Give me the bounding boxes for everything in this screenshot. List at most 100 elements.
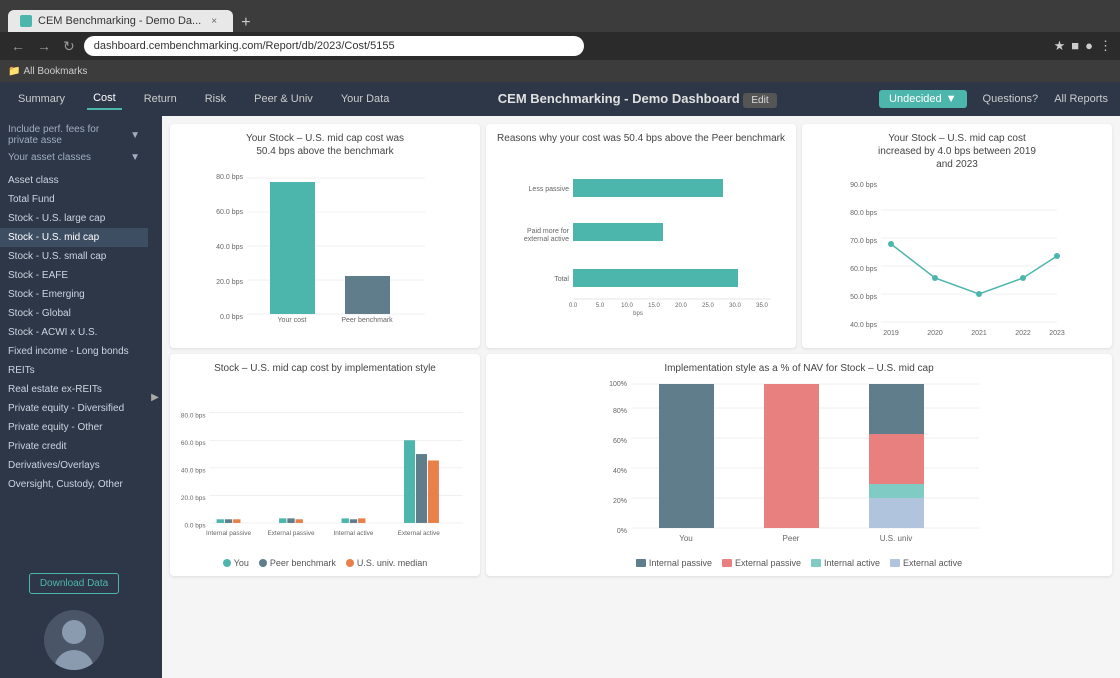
svg-text:2021: 2021 (971, 330, 987, 337)
svg-text:U.S. univ: U.S. univ (880, 534, 912, 543)
svg-text:60.0 bps: 60.0 bps (181, 440, 206, 447)
all-reports-link[interactable]: All Reports (1054, 93, 1108, 105)
profile-icon[interactable]: ● (1085, 38, 1093, 54)
chart3-title: Your Stock – U.S. mid cap costincreased … (810, 132, 1104, 171)
sidebar-item-private-credit[interactable]: Private credit (0, 437, 148, 456)
sidebar-item-us-mid-cap[interactable]: Stock - U.S. mid cap (0, 228, 148, 247)
extensions-icon[interactable]: ■ (1071, 38, 1079, 54)
svg-text:90.0 bps: 90.0 bps (850, 182, 877, 189)
svg-text:Total: Total (554, 276, 569, 283)
sidebar-item-reits[interactable]: REITs (0, 361, 148, 380)
chart5-svg: 0% 20% 40% 60% 80% 100% (494, 381, 1104, 551)
tab-close-button[interactable]: × (207, 14, 221, 28)
nav-summary[interactable]: Summary (12, 89, 71, 109)
svg-text:30.0: 30.0 (729, 303, 741, 309)
nav-your-data[interactable]: Your Data (335, 89, 396, 109)
sidebar-item-us-large-cap[interactable]: Stock - U.S. large cap (0, 209, 148, 228)
sidebar-item-total-fund[interactable]: Total Fund (0, 190, 148, 209)
filter-header[interactable]: Include perf. fees for private asse ▼ (0, 120, 148, 148)
svg-text:60.0 bps: 60.0 bps (216, 209, 243, 216)
chart-cost-by-style: Stock – U.S. mid cap cost by implementat… (170, 354, 480, 576)
svg-text:20.0 bps: 20.0 bps (216, 279, 243, 286)
nav-risk[interactable]: Risk (199, 89, 232, 109)
svg-text:Less passive: Less passive (529, 186, 570, 193)
svg-text:bps: bps (633, 311, 643, 317)
svg-text:20%: 20% (613, 498, 627, 505)
svg-text:40%: 40% (613, 468, 627, 475)
chart4-legend: You Peer benchmark U.S. univ. median (178, 558, 472, 568)
all-bookmarks[interactable]: 📁 All Bookmarks (8, 66, 87, 77)
svg-text:2023: 2023 (1049, 330, 1065, 337)
tab-favicon (20, 15, 32, 27)
sidebar-item-acwi[interactable]: Stock - ACWI x U.S. (0, 323, 148, 342)
sidebar-item-derivatives[interactable]: Derivatives/Overlays (0, 456, 148, 475)
download-data-button[interactable]: Download Data (29, 573, 119, 594)
new-tab-button[interactable]: + (233, 14, 258, 32)
sidebar-collapse-button[interactable]: ▶ (148, 116, 162, 678)
sidebar-item-oversight[interactable]: Oversight, Custody, Other (0, 475, 148, 494)
svg-text:15.0: 15.0 (648, 303, 660, 309)
sidebar-item-pe-diversified[interactable]: Private equity - Diversified (0, 399, 148, 418)
chart5-legend: Internal passive External passive Intern… (494, 558, 1104, 568)
svg-text:external active: external active (524, 236, 569, 243)
svg-text:40.0 bps: 40.0 bps (216, 244, 243, 251)
svg-text:40.0 bps: 40.0 bps (850, 322, 877, 329)
sidebar-item-pe-other[interactable]: Private equity - Other (0, 418, 148, 437)
sidebar-item-asset-class[interactable]: Asset class (0, 171, 148, 190)
sidebar-item-real-estate[interactable]: Real estate ex-REITs (0, 380, 148, 399)
filter-dropdown-icon: ▼ (130, 130, 140, 141)
chart4-title: Stock – U.S. mid cap cost by implementat… (178, 362, 472, 375)
svg-text:80%: 80% (613, 408, 627, 415)
sidebar-item-eafe[interactable]: Stock - EAFE (0, 266, 148, 285)
svg-text:Internal active: Internal active (333, 530, 373, 537)
bookmark-star-icon[interactable]: ★ (1054, 38, 1066, 54)
chart1-svg: 0.0 bps 20.0 bps 40.0 bps 60.0 bps 80.0 … (178, 164, 472, 324)
sidebar-item-emerging[interactable]: Stock - Emerging (0, 285, 148, 304)
tab-label: CEM Benchmarking - Demo Da... (38, 15, 201, 27)
nav-cost[interactable]: Cost (87, 88, 122, 110)
url-bar[interactable]: dashboard.cembenchmarking.com/Report/db/… (84, 36, 584, 56)
svg-text:80.0 bps: 80.0 bps (216, 174, 243, 181)
refresh-button[interactable]: ↻ (60, 38, 78, 55)
nav-return[interactable]: Return (138, 89, 183, 109)
svg-text:5.0: 5.0 (596, 303, 605, 309)
legend-internal-passive: Internal passive (636, 558, 712, 568)
browser-tabs: CEM Benchmarking - Demo Da... × + (8, 0, 259, 32)
bookmarks-label: All Bookmarks (23, 66, 87, 77)
questions-button[interactable]: Questions? (983, 93, 1039, 105)
svg-text:2019: 2019 (883, 330, 899, 337)
svg-text:Internal passive: Internal passive (206, 530, 251, 537)
sidebar-item-us-small-cap[interactable]: Stock - U.S. small cap (0, 247, 148, 266)
svg-text:Paid more for: Paid more for (527, 228, 570, 235)
content-area: Include perf. fees for private asse ▼ Yo… (0, 116, 1120, 678)
svg-text:0%: 0% (617, 528, 627, 535)
svg-text:25.0: 25.0 (702, 303, 714, 309)
svg-text:External active: External active (398, 530, 441, 537)
browser-chrome: CEM Benchmarking - Demo Da... × + (0, 0, 1120, 32)
svg-text:50.0 bps: 50.0 bps (850, 294, 877, 301)
svg-text:2020: 2020 (927, 330, 943, 337)
undecided-button[interactable]: Undecided ▼ (879, 90, 966, 108)
svg-text:2022: 2022 (1015, 330, 1031, 337)
nav-peer-univ[interactable]: Peer & Univ (248, 89, 319, 109)
svg-text:10.0: 10.0 (621, 303, 633, 309)
edit-button[interactable]: Edit (743, 93, 776, 108)
asset-classes-dropdown-icon: ▼ (130, 152, 140, 163)
svg-text:0.0 bps: 0.0 bps (184, 523, 205, 530)
svg-text:100%: 100% (609, 381, 627, 388)
chart-nav-pct: Implementation style as a % of NAV for S… (486, 354, 1112, 576)
app-title: CEM Benchmarking - Demo Dashboard Edit (498, 91, 777, 108)
asset-classes-header[interactable]: Your asset classes ▼ (0, 148, 148, 165)
active-tab[interactable]: CEM Benchmarking - Demo Da... × (8, 10, 233, 32)
forward-button[interactable]: → (34, 38, 54, 54)
sidebar: Include perf. fees for private asse ▼ Yo… (0, 116, 148, 678)
svg-text:0.0: 0.0 (569, 303, 578, 309)
app-container: Summary Cost Return Risk Peer & Univ You… (0, 82, 1120, 678)
svg-text:80.0 bps: 80.0 bps (181, 412, 206, 419)
menu-icon[interactable]: ⋮ (1099, 38, 1112, 54)
back-button[interactable]: ← (8, 38, 28, 54)
address-bar: ← → ↻ dashboard.cembenchmarking.com/Repo… (0, 32, 1120, 60)
sidebar-item-global[interactable]: Stock - Global (0, 304, 148, 323)
svg-text:You: You (679, 534, 693, 543)
sidebar-item-fixed-income[interactable]: Fixed income - Long bonds (0, 342, 148, 361)
